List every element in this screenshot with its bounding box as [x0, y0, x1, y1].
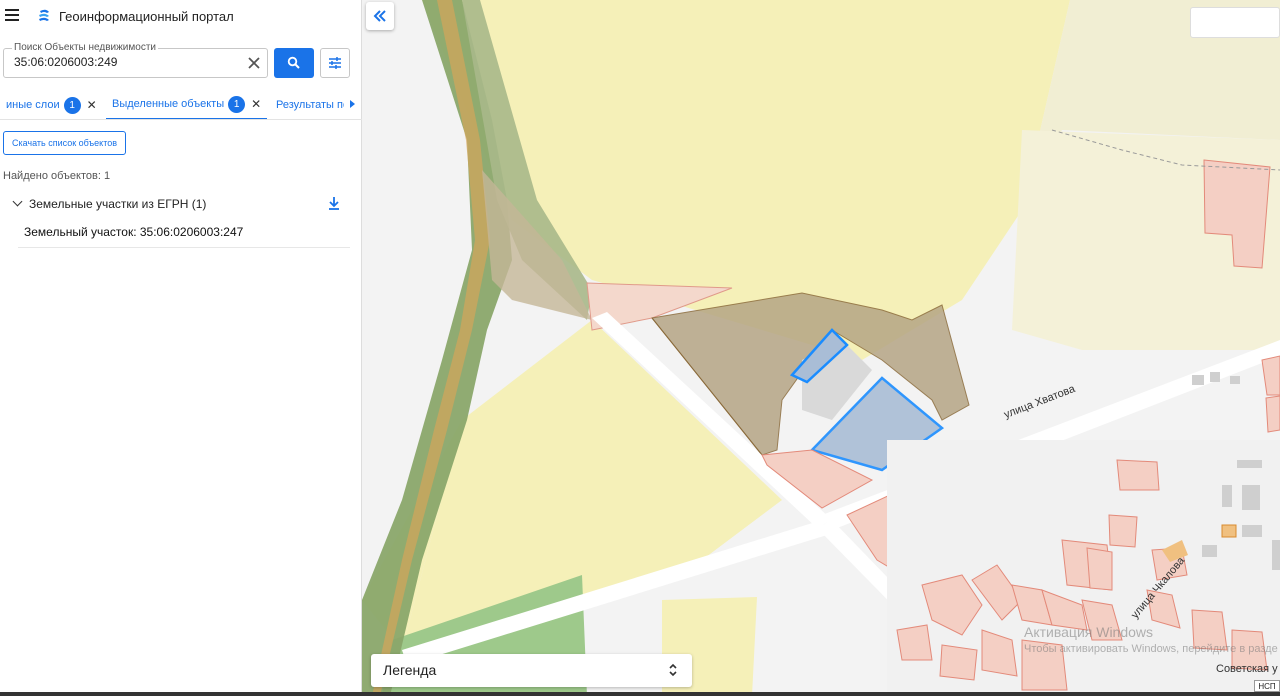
- item-label: Земельный участок: 35:06:0206003:247: [24, 225, 244, 239]
- tab-badge: 1: [228, 95, 246, 113]
- tab-layers[interactable]: иные слои 1 ✕: [6, 90, 97, 119]
- tab-label: Выделенные объекты: [112, 98, 225, 110]
- portal-logo-icon: [39, 9, 49, 21]
- legend-label: Легенда: [383, 662, 437, 678]
- unfold-icon[interactable]: [668, 662, 678, 678]
- watermark-title: Активация Windows: [1024, 624, 1154, 640]
- map-badge-nsp: НСП: [1254, 680, 1280, 692]
- close-icon[interactable]: ✕: [251, 97, 261, 111]
- list-item[interactable]: Земельный участок: 35:06:0206003:247: [18, 220, 350, 248]
- taskbar-strip: [0, 692, 1280, 696]
- found-count: Найдено объектов: 1: [3, 170, 111, 182]
- download-list-button[interactable]: Скачать список объектов: [3, 131, 126, 155]
- top-bar: Геоинформационный портал: [0, 0, 362, 34]
- search-button[interactable]: [274, 48, 314, 78]
- search-field[interactable]: Поиск Объекты недвижимости: [3, 42, 268, 78]
- menu-icon[interactable]: [5, 9, 19, 21]
- map-canvas[interactable]: [362, 0, 1280, 696]
- app-root: улица Хватова улица Чкалова Советская у …: [0, 0, 1280, 696]
- close-icon[interactable]: [245, 54, 263, 72]
- chevron-down-icon[interactable]: [12, 196, 23, 207]
- collapse-panel-button[interactable]: [366, 2, 394, 30]
- tabs-scroll-right-icon[interactable]: [350, 100, 355, 108]
- search-icon: [287, 56, 300, 69]
- map-view[interactable]: [362, 0, 1280, 696]
- map-search-box[interactable]: [1190, 7, 1280, 38]
- filter-button[interactable]: [320, 48, 350, 78]
- tab-label: Результаты по: [276, 99, 344, 111]
- double-chevron-left-icon: [373, 10, 386, 22]
- result-group: Земельные участки из ЕГРН (1): [0, 194, 350, 214]
- tab-badge: 1: [63, 96, 81, 114]
- tune-icon: [329, 57, 341, 69]
- group-label: Земельные участки из ЕГРН (1): [29, 197, 207, 211]
- tab-bar: иные слои 1 ✕ Выделенные объекты 1 ✕ Рез…: [0, 90, 362, 120]
- tab-search-results[interactable]: Результаты по: [276, 90, 344, 119]
- side-panel: Геоинформационный портал Поиск Объекты н…: [0, 0, 362, 696]
- close-icon[interactable]: ✕: [87, 98, 97, 112]
- tab-label: иные слои: [6, 99, 60, 111]
- search-input[interactable]: [14, 55, 234, 69]
- street-label-sovetskaya: Советская у: [1216, 663, 1278, 675]
- legend-panel[interactable]: Легенда: [371, 654, 692, 687]
- watermark-subtitle: Чтобы активировать Windows, перейдите в …: [1024, 643, 1278, 655]
- download-icon[interactable]: [327, 195, 341, 211]
- tab-selected-objects[interactable]: Выделенные объекты 1 ✕: [106, 90, 268, 119]
- app-title: Геоинформационный портал: [59, 9, 234, 24]
- village-marker: [1221, 524, 1237, 538]
- search-label: Поиск Объекты недвижимости: [12, 42, 158, 53]
